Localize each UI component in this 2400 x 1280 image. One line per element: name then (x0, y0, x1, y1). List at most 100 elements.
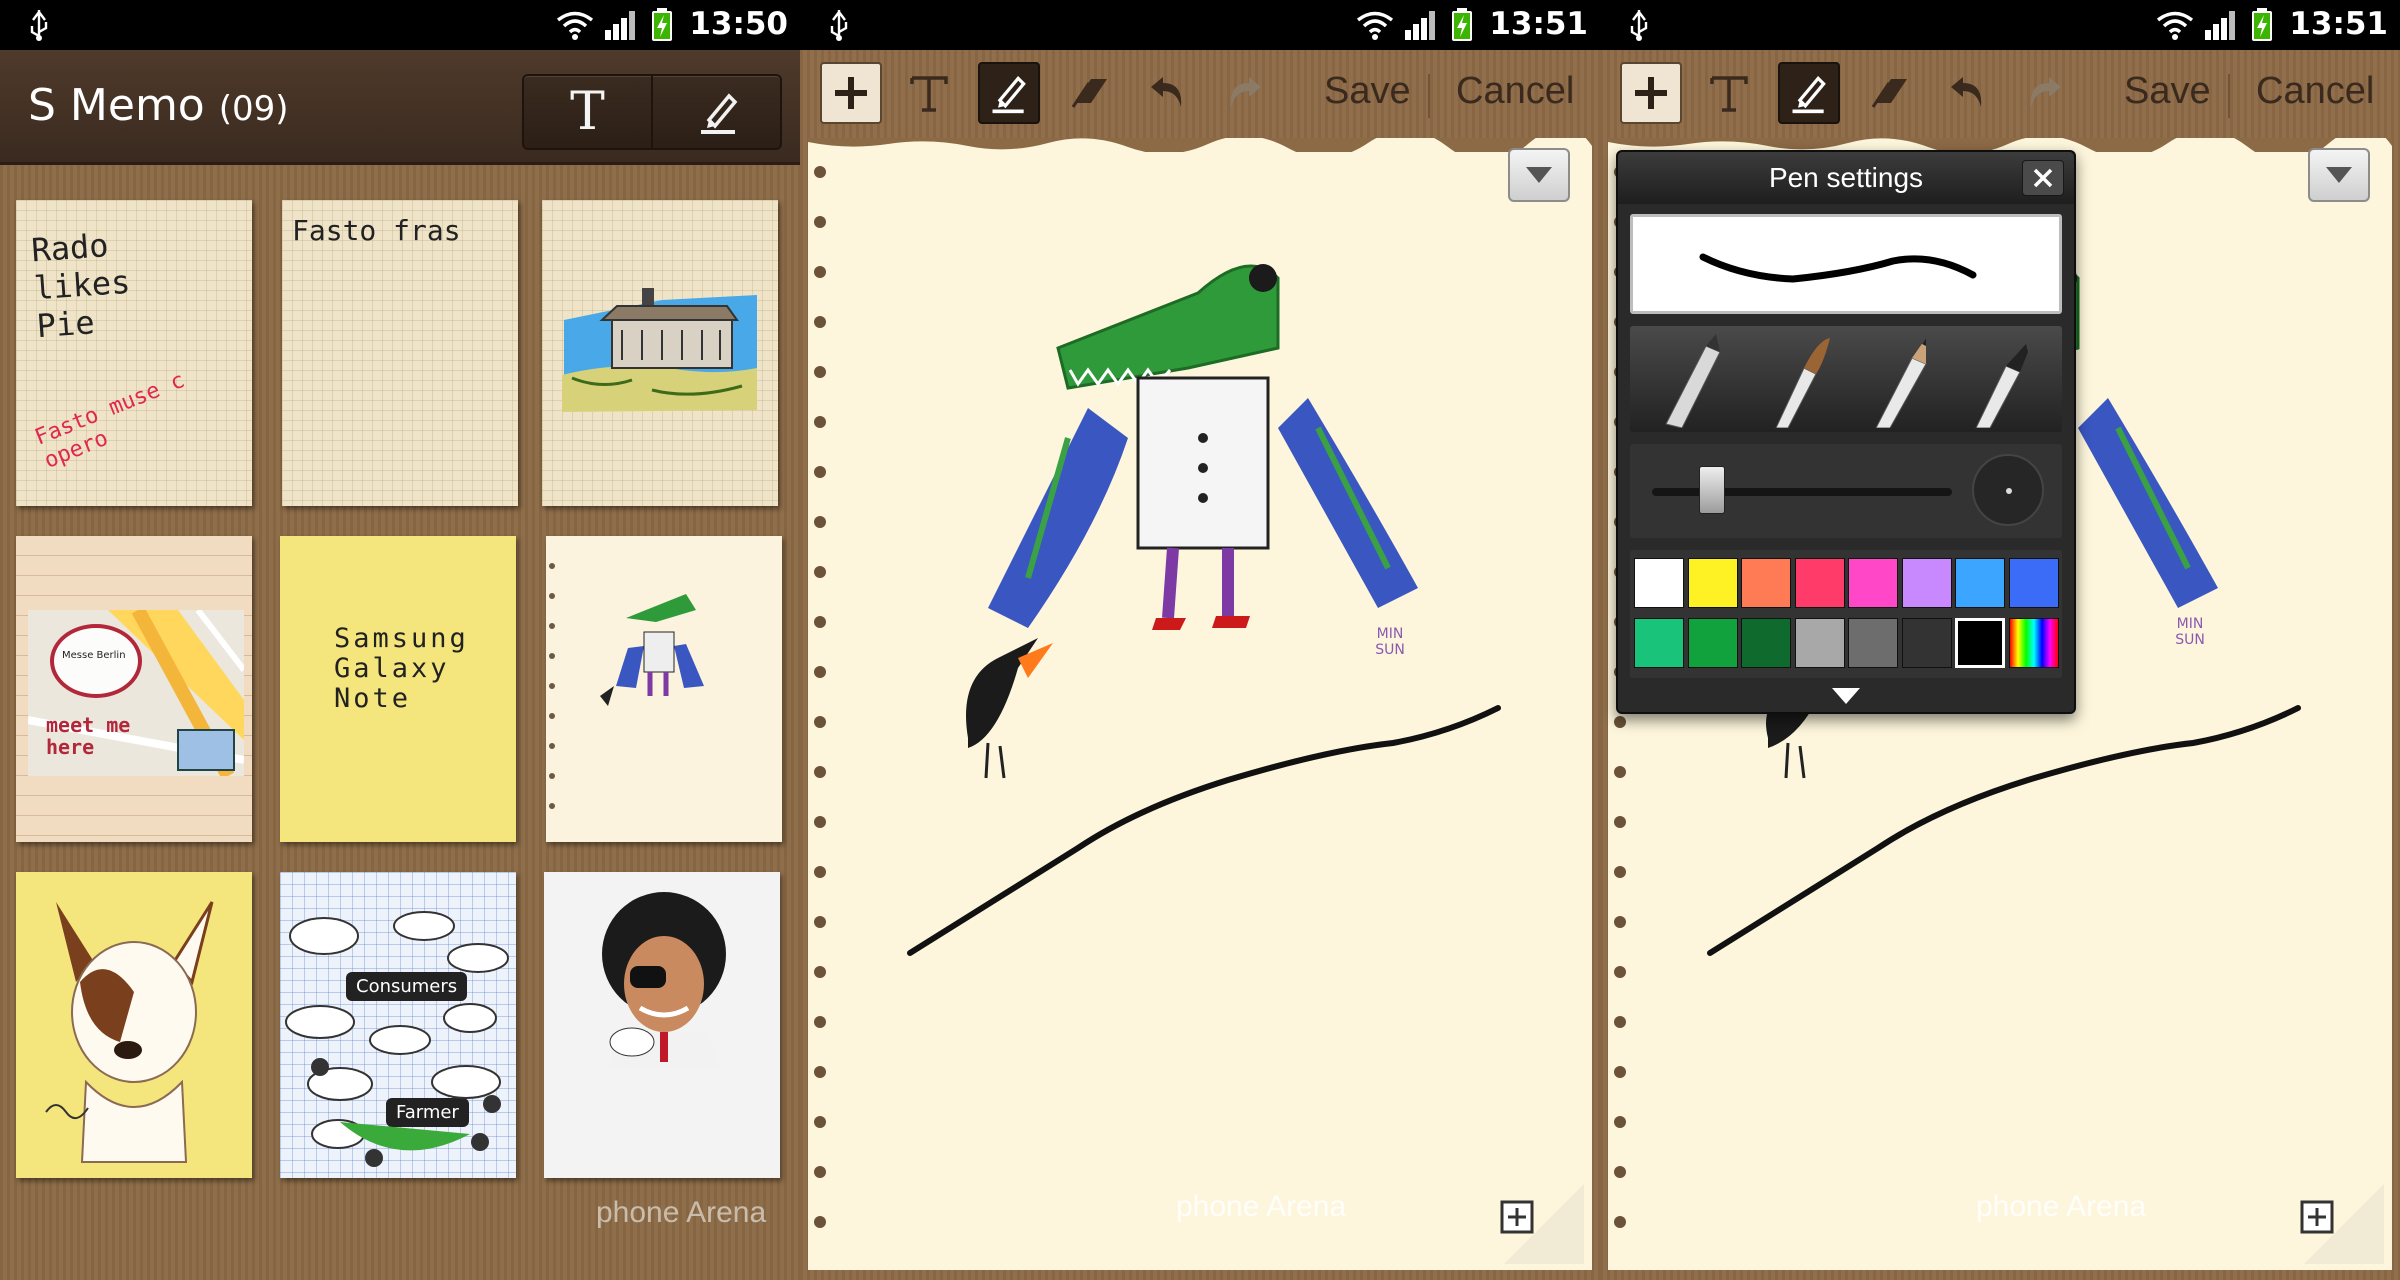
handwritten-line: Pie (35, 303, 96, 346)
smemo-list-screen: 13:50 S Memo (09) T Rado likes Pie Fasto… (0, 0, 800, 1280)
save-button[interactable]: Save (2124, 70, 2211, 113)
color-swatch[interactable] (1687, 558, 1738, 608)
signal-icon (605, 11, 635, 40)
color-swatch[interactable] (1955, 558, 2005, 608)
plus-icon (1635, 77, 1667, 109)
redo-icon (1230, 77, 1261, 107)
pen-type-selector (1630, 326, 2062, 432)
pen-icon (1792, 75, 1826, 114)
face-photo (602, 892, 726, 1068)
text-tool-button[interactable] (1698, 62, 1760, 124)
toolbar-divider (2228, 74, 2230, 118)
wifi-icon (1356, 11, 1394, 40)
undo-button[interactable] (1936, 62, 1998, 124)
color-swatch[interactable] (1901, 558, 1952, 608)
popup-title: Pen settings (1618, 152, 2074, 204)
clock: 13:51 (2289, 6, 2388, 42)
clock: 13:51 (1489, 6, 1588, 42)
chevron-down-icon[interactable] (1828, 684, 1864, 708)
cancel-button[interactable]: Cancel (1456, 70, 1574, 113)
handwritten-line: Fasto muse c opero (31, 367, 189, 474)
text-icon: T (570, 82, 605, 142)
memo-thumbnail[interactable] (544, 872, 780, 1178)
close-icon (2033, 168, 2053, 188)
fountain-pen-icon[interactable] (1650, 332, 1730, 428)
watermark: phone Arena (1976, 1190, 2147, 1223)
redo-button[interactable] (2014, 62, 2076, 124)
eraser-icon (1871, 79, 1907, 108)
brush-icon[interactable] (1758, 332, 1838, 428)
color-swatch[interactable] (1901, 618, 1952, 668)
eraser-icon (1071, 79, 1107, 108)
cancel-button[interactable]: Cancel (2256, 70, 2374, 113)
wifi-icon (2156, 11, 2194, 40)
pen-tool-button[interactable] (978, 62, 1040, 124)
crocodile-drawing (907, 264, 1501, 956)
editor-toolbar: Save Cancel (1600, 50, 2400, 138)
memo-thumbnail[interactable] (542, 200, 778, 506)
undo-button[interactable] (1136, 62, 1198, 124)
new-pen-memo-button[interactable] (654, 76, 783, 148)
artist-signature: MIN SUN (1375, 626, 1405, 658)
usb-icon (30, 10, 48, 41)
color-swatch[interactable] (1955, 618, 2005, 668)
page-title: S Memo (09) (28, 80, 289, 131)
memo-thumbnail[interactable] (16, 872, 252, 1178)
thickness-preview (1972, 454, 2044, 526)
color-swatch[interactable] (1634, 618, 1684, 668)
eraser-tool-button[interactable] (1058, 62, 1120, 124)
add-button[interactable] (820, 62, 882, 124)
memo-thumbnail[interactable]: Samsung Galaxy Note (280, 536, 516, 842)
marker-icon[interactable] (1962, 332, 2042, 428)
add-button[interactable] (1620, 62, 1682, 124)
stroke-preview (1630, 214, 2062, 314)
thickness-slider-track[interactable] (1652, 488, 1952, 496)
color-swatch[interactable] (1794, 558, 1845, 608)
mindmap-nodes (285, 911, 509, 1167)
editor-toolbar: Save Cancel (800, 50, 1600, 138)
handwritten-line: Fasto fras (292, 214, 461, 247)
color-swatch[interactable] (1848, 558, 1898, 608)
color-swatch[interactable] (1687, 618, 1738, 668)
battery-charging-icon (2252, 8, 2272, 41)
plus-icon (835, 77, 867, 109)
signal-icon (1405, 11, 1435, 40)
color-swatch[interactable] (1634, 558, 1684, 608)
wifi-icon (556, 11, 594, 40)
drawing-canvas[interactable]: MIN SUN phone Arena (808, 138, 1592, 1270)
new-text-memo-button[interactable]: T (524, 76, 653, 148)
add-page-button[interactable] (2284, 1164, 2384, 1264)
eraser-tool-button[interactable] (1858, 62, 1920, 124)
text-tool-button[interactable] (898, 62, 960, 124)
clock: 13:50 (689, 6, 788, 42)
status-bar: 13:51 (1600, 0, 2400, 50)
pen-tool-button[interactable] (1778, 62, 1840, 124)
text-icon (1710, 76, 1748, 112)
memo-thumbnail[interactable]: Consumers Farmer (280, 872, 516, 1178)
color-swatch[interactable] (1741, 618, 1791, 668)
add-page-button[interactable] (1484, 1164, 1584, 1264)
memo-thumbnail[interactable]: Fasto fras (282, 200, 518, 506)
close-button[interactable] (2022, 160, 2064, 196)
usb-icon (1630, 10, 1648, 41)
memo-thumbnail[interactable] (546, 536, 782, 842)
watermark: phone Arena (596, 1196, 767, 1229)
memo-thumbnail[interactable]: Messe Berlin meet me here (16, 536, 252, 842)
battery-charging-icon (652, 8, 672, 41)
pencil-icon[interactable] (1862, 332, 1942, 428)
usb-icon (830, 10, 848, 41)
color-swatch[interactable] (1794, 618, 1845, 668)
color-swatch[interactable] (1741, 558, 1791, 608)
memo-thumbnail[interactable]: Rado likes Pie Fasto muse c opero (16, 200, 252, 506)
castle-sketch (562, 288, 757, 412)
toolbar-divider (1428, 74, 1430, 118)
thickness-slider-thumb[interactable] (1699, 466, 1725, 514)
color-swatch[interactable] (2008, 558, 2059, 608)
color-swatch[interactable] (1848, 618, 1898, 668)
redo-button[interactable] (1214, 62, 1276, 124)
save-button[interactable]: Save (1324, 70, 1411, 113)
pen-icon (992, 75, 1026, 114)
color-swatch[interactable] (2008, 618, 2059, 668)
watermark: phone Arena (1176, 1190, 1347, 1223)
color-palette (1630, 550, 2062, 678)
